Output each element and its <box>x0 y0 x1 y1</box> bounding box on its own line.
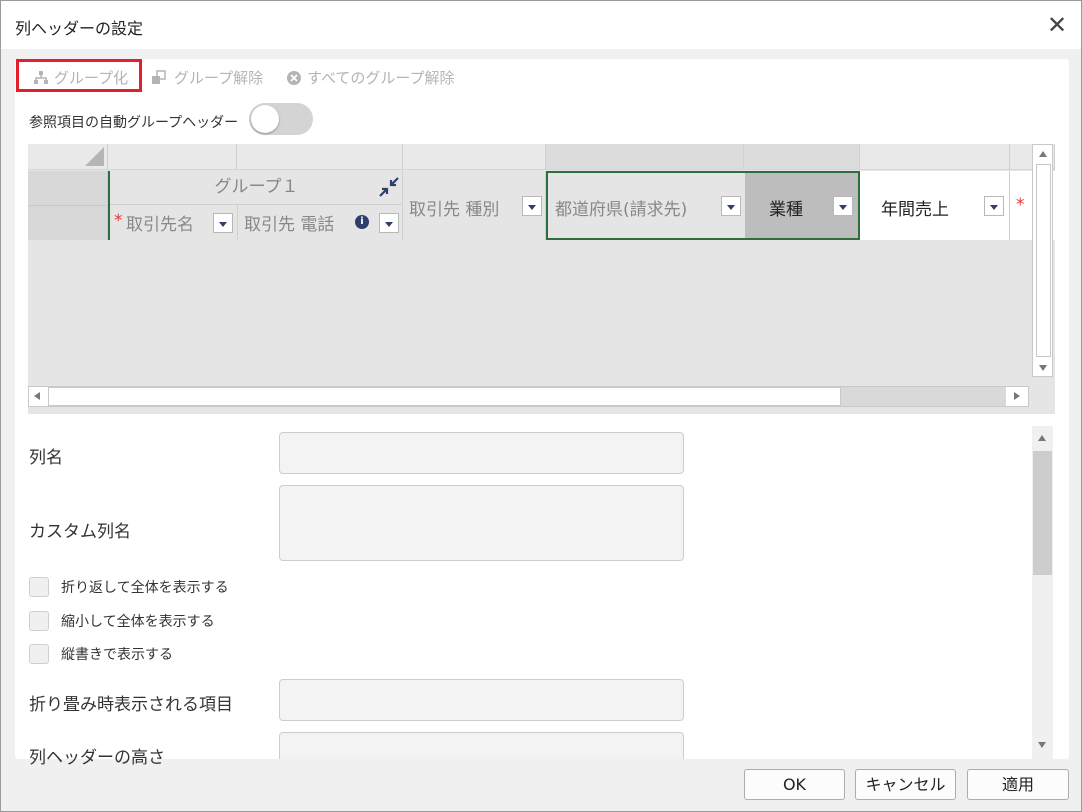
ungroup-icon <box>152 69 166 84</box>
header-height-label: 列ヘッダーの高さ <box>29 748 165 768</box>
corner-cell[interactable] <box>28 144 108 170</box>
column-dropdown[interactable] <box>379 213 399 233</box>
ungroup-all-icon <box>287 70 301 85</box>
content-panel: グループ化 グループ解除 すべてのグループ解除 参照項目の自動グループヘッダー <box>15 59 1069 768</box>
required-mark: * <box>1016 195 1025 215</box>
select-all-icon <box>85 147 104 166</box>
scroll-up-icon[interactable] <box>1039 151 1047 157</box>
column-header-account-name[interactable]: * 取引先名 <box>110 205 238 240</box>
scroll-thumb[interactable] <box>1036 164 1051 357</box>
grid-vertical-scrollbar[interactable] <box>1032 144 1053 377</box>
column-name-label: 列名 <box>29 448 63 468</box>
column-header-annual-revenue[interactable]: 年間売上 <box>860 171 1010 240</box>
scroll-down-icon[interactable] <box>1038 742 1046 748</box>
top-cell <box>860 144 1010 170</box>
column-header-settings-dialog: 列ヘッダーの設定 ✕ グループ化 グループ解除 すべてのグループ解除 参照項目の… <box>0 0 1082 812</box>
column-name-field[interactable] <box>279 432 684 474</box>
column-dropdown[interactable] <box>213 213 233 233</box>
row-header <box>28 171 108 240</box>
header-height-field[interactable] <box>279 732 684 759</box>
apply-button[interactable]: 適用 <box>967 769 1069 800</box>
scroll-down-icon[interactable] <box>1039 365 1047 371</box>
wrap-checkbox[interactable] <box>29 577 49 597</box>
checkbox-row[interactable]: 折り返して全体を表示する <box>29 577 229 597</box>
vertical-checkbox[interactable] <box>29 644 49 664</box>
group-button-highlight <box>16 59 142 92</box>
top-cell <box>403 144 546 170</box>
column-label: 年間売上 <box>881 200 949 220</box>
top-cell <box>237 144 403 170</box>
top-cell <box>108 144 237 170</box>
ungroup-button[interactable]: グループ解除 <box>151 67 263 88</box>
custom-name-field[interactable] <box>279 485 684 561</box>
column-header-account-type[interactable]: 取引先 種別 <box>403 171 546 240</box>
top-cell <box>744 144 860 170</box>
column-label: 取引先 電話 <box>244 215 335 235</box>
ungroup-all-button-label: すべてのグループ解除 <box>307 69 455 87</box>
close-icon[interactable]: ✕ <box>1044 12 1070 38</box>
custom-name-label: カスタム列名 <box>29 522 131 542</box>
scroll-up-icon[interactable] <box>1038 435 1046 441</box>
column-dropdown[interactable] <box>984 196 1004 216</box>
scroll-right-icon[interactable] <box>1014 392 1020 400</box>
form-scrollbar[interactable] <box>1032 426 1053 759</box>
column-header-industry[interactable]: 業種 <box>745 173 858 238</box>
scroll-thumb[interactable] <box>1033 451 1052 575</box>
top-cell <box>546 144 744 170</box>
dialog-title: 列ヘッダーの設定 <box>15 19 144 38</box>
checkbox-row[interactable]: 縮小して全体を表示する <box>29 611 215 631</box>
column-dropdown[interactable] <box>833 196 853 216</box>
auto-group-label: 参照項目の自動グループヘッダー <box>29 115 239 131</box>
grid-horizontal-scrollbar[interactable] <box>28 386 1029 407</box>
ok-button[interactable]: OK <box>744 769 845 800</box>
collapse-group-icon[interactable] <box>378 176 400 198</box>
column-header-account-phone[interactable]: 取引先 電話 i <box>238 205 403 240</box>
title-bar: 列ヘッダーの設定 ✕ <box>1 1 1081 49</box>
ungroup-button-label: グループ解除 <box>174 69 264 87</box>
collapsed-item-label: 折り畳み時表示される項目 <box>29 695 233 715</box>
column-label: 取引先名 <box>126 215 194 235</box>
info-icon[interactable]: i <box>355 215 369 229</box>
scroll-track <box>841 387 1006 406</box>
group-title: グループ１ <box>110 171 403 205</box>
checkbox-label: 縮小して全体を表示する <box>61 614 215 630</box>
column-header-prefecture[interactable]: 都道府県(請求先) <box>548 173 745 238</box>
column-label: 取引先 種別 <box>409 200 500 220</box>
required-mark: * <box>114 211 123 231</box>
column-label: 都道府県(請求先) <box>555 200 688 220</box>
collapsed-item-field[interactable] <box>279 679 684 721</box>
checkbox-label: 折り返して全体を表示する <box>61 580 229 596</box>
column-dropdown[interactable] <box>721 196 741 216</box>
header-preview-grid: グループ１ * 取引先名 取引先 電話 i 取引先 種別 都道府県(請求先) 業… <box>28 144 1055 414</box>
shrink-checkbox[interactable] <box>29 611 49 631</box>
selected-columns: 都道府県(請求先) 業種 <box>546 171 860 240</box>
scroll-thumb[interactable] <box>48 387 841 406</box>
scroll-left-icon[interactable] <box>34 392 40 400</box>
group-1-header[interactable]: グループ１ * 取引先名 取引先 電話 i <box>108 171 403 240</box>
checkbox-row[interactable]: 縦書きで表示する <box>29 644 173 664</box>
column-label: 業種 <box>769 200 803 220</box>
checkbox-label: 縦書きで表示する <box>61 647 173 663</box>
cancel-button[interactable]: キャンセル <box>855 769 956 800</box>
auto-group-toggle[interactable] <box>249 103 313 135</box>
column-dropdown[interactable] <box>522 196 542 216</box>
toggle-knob <box>251 105 279 133</box>
ungroup-all-button[interactable]: すべてのグループ解除 <box>286 67 454 88</box>
